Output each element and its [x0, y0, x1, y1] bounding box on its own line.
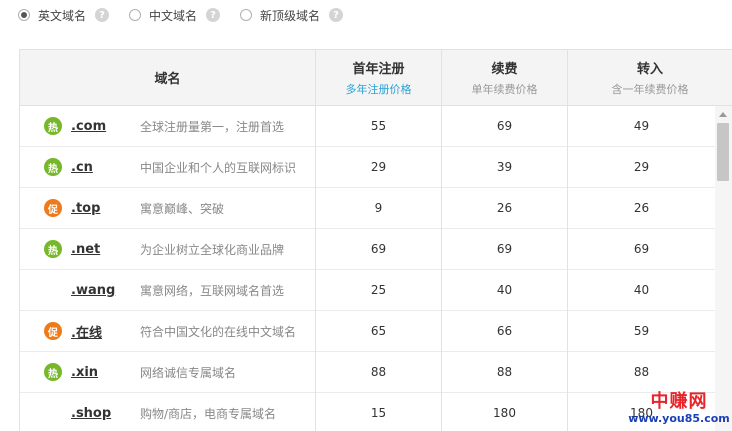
cell-renew-price: 26	[442, 187, 568, 229]
hot-badge: 热	[44, 240, 62, 258]
table-row: .wang 寓意网络，互联网域名首选 25 40 40	[20, 269, 715, 311]
help-icon[interactable]: ?	[95, 8, 110, 22]
domain-description: 寓意巅峰、突破	[140, 201, 225, 216]
filter-new-tld[interactable]: 新顶级域名 ?	[240, 7, 344, 24]
promo-badge: 促	[44, 322, 62, 340]
table-row: 热 .xin 网络诚信专属域名 88 88 88	[20, 351, 715, 393]
help-icon[interactable]: ?	[206, 8, 221, 22]
header-register-sub[interactable]: 多年注册价格	[346, 81, 412, 97]
filter-english-domain[interactable]: 英文域名 ?	[18, 7, 110, 24]
table-row: 热 .com 全球注册量第一，注册首选 55 69 49	[20, 105, 715, 147]
header-transfer-title: 转入	[636, 62, 663, 77]
table-row: 热 .cn 中国企业和个人的互联网标识 29 39 29	[20, 146, 715, 188]
table-row: 热 .net 为企业树立全球化商业品牌 69 69 69	[20, 228, 715, 270]
table-body: 热 .com 全球注册量第一，注册首选 55 69 49 热 .cn 中国企业和…	[20, 105, 715, 431]
radio-english-domain[interactable]	[18, 9, 30, 21]
domain-tld-link[interactable]: .net	[71, 242, 100, 257]
cell-transfer-price: 69	[633, 242, 650, 256]
cell-register-price: 69	[316, 228, 442, 270]
cell-register-price: 15	[316, 392, 442, 431]
table-row: 促 .top 寓意巅峰、突破 9 26 26	[20, 187, 715, 229]
cell-register-price: 55	[316, 105, 442, 147]
domain-price-table: 域名 首年注册 多年注册价格 续费 单年续费价格 转入 含一年续费价格 热 .c…	[19, 49, 732, 431]
filter-chinese-domain[interactable]: 中文域名 ?	[129, 7, 221, 24]
cell-register-price: 65	[316, 310, 442, 352]
header-renew-sub: 单年续费价格	[471, 83, 538, 96]
scroll-up-arrow-icon[interactable]	[719, 112, 727, 117]
scroll-thumb[interactable]	[717, 123, 729, 181]
domain-description: 全球注册量第一，注册首选	[140, 119, 285, 134]
promo-badge: 促	[44, 199, 62, 217]
domain-tld-link[interactable]: .shop	[71, 406, 111, 421]
header-domain-title: 域名	[154, 72, 181, 87]
cell-domain: 热 .xin 网络诚信专属域名	[20, 351, 316, 393]
filter-label: 新顶级域名	[260, 8, 321, 23]
cell-renew-price: 40	[442, 269, 568, 311]
header-domain: 域名	[20, 50, 316, 105]
radio-new-tld[interactable]	[240, 9, 253, 21]
hot-badge: 热	[44, 363, 62, 381]
cell-domain: 热 .cn 中国企业和个人的互联网标识	[20, 146, 316, 188]
table-row: .shop 购物/商店，电商专属域名 15 180 180	[20, 392, 715, 431]
domain-description: 寓意网络，互联网域名首选	[140, 283, 285, 298]
cell-transfer-price: 40	[633, 283, 650, 297]
hot-badge: 热	[44, 117, 62, 135]
cell-transfer-price: 26	[633, 201, 650, 215]
domain-tld-link[interactable]: .com	[71, 119, 106, 134]
domain-tld-link[interactable]: .xin	[71, 365, 98, 380]
domain-type-filter: 英文域名 ? 中文域名 ? 新顶级域名 ?	[18, 6, 363, 24]
hot-badge: 热	[44, 158, 62, 176]
radio-chinese-domain[interactable]	[129, 9, 142, 21]
filter-label: 英文域名	[38, 8, 87, 23]
header-transfer: 转入 含一年续费价格	[568, 50, 732, 105]
site-watermark: 中赚网 www.you85.com	[626, 392, 732, 431]
domain-tld-link[interactable]: .在线	[71, 322, 102, 341]
cell-renew-price: 69	[442, 228, 568, 270]
cell-domain: .shop 购物/商店，电商专属域名	[20, 392, 316, 431]
watermark-brand: 中赚网	[650, 391, 708, 412]
domain-tld-link[interactable]: .top	[71, 201, 100, 216]
cell-transfer-price: 49	[633, 119, 650, 133]
domain-tld-link[interactable]: .cn	[71, 160, 93, 175]
cell-register-price: 29	[316, 146, 442, 188]
cell-transfer-price: 59	[633, 324, 650, 338]
help-icon[interactable]: ?	[329, 8, 344, 22]
header-register-title: 首年注册	[352, 62, 405, 77]
cell-renew-price: 88	[442, 351, 568, 393]
cell-domain: .wang 寓意网络，互联网域名首选	[20, 269, 316, 311]
cell-domain: 热 .net 为企业树立全球化商业品牌	[20, 228, 316, 270]
domain-description: 购物/商店，电商专属域名	[140, 406, 277, 421]
cell-transfer-price: 88	[633, 365, 650, 379]
cell-register-price: 25	[316, 269, 442, 311]
cell-register-price: 9	[316, 187, 442, 229]
cell-renew-price: 180	[442, 392, 568, 431]
cell-domain: 促 .在线 符合中国文化的在线中文域名	[20, 310, 316, 352]
domain-description: 网络诚信专属域名	[140, 365, 237, 380]
cell-transfer-price: 29	[633, 160, 650, 174]
cell-domain: 促 .top 寓意巅峰、突破	[20, 187, 316, 229]
table-scrollbar[interactable]	[715, 106, 732, 431]
domain-tld-link[interactable]: .wang	[71, 283, 115, 298]
filter-label: 中文域名	[149, 8, 198, 23]
cell-register-price: 88	[316, 351, 442, 393]
domain-description: 符合中国文化的在线中文域名	[140, 324, 297, 339]
table-row: 促 .在线 符合中国文化的在线中文域名 65 66 59	[20, 310, 715, 352]
domain-description: 中国企业和个人的互联网标识	[140, 160, 297, 175]
header-register: 首年注册 多年注册价格	[316, 50, 442, 105]
domain-description: 为企业树立全球化商业品牌	[140, 242, 285, 257]
header-transfer-sub: 含一年续费价格	[611, 83, 689, 96]
cell-renew-price: 66	[442, 310, 568, 352]
header-renew: 续费 单年续费价格	[442, 50, 568, 105]
cell-renew-price: 39	[442, 146, 568, 188]
header-renew-title: 续费	[491, 62, 518, 77]
cell-domain: 热 .com 全球注册量第一，注册首选	[20, 105, 316, 147]
table-header: 域名 首年注册 多年注册价格 续费 单年续费价格 转入 含一年续费价格	[20, 50, 732, 106]
cell-renew-price: 69	[442, 105, 568, 147]
watermark-url: www.you85.com	[628, 412, 730, 425]
